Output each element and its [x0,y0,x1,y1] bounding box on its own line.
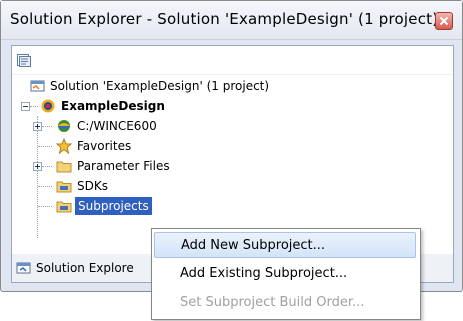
menu-item-label: Set Subproject Build Order... [180,295,365,310]
expand-toggle[interactable] [33,122,42,131]
expand-toggle[interactable] [33,162,42,171]
tree-connector [38,146,52,147]
toolbar [12,46,453,75]
close-button[interactable] [435,12,453,30]
tree-item-favorites[interactable]: Favorites [56,137,256,155]
context-menu: Add New Subproject... Add Existing Subpr… [151,228,421,320]
tree-item-solution[interactable]: Solution 'ExampleDesign' (1 project) [30,77,330,95]
menu-item-label: Add Existing Subproject... [180,266,348,281]
tree-item-wince[interactable]: C:/WINCE600 [56,117,256,135]
tree-connector [30,106,38,107]
tree-connector [42,166,52,167]
tree-item-sdks[interactable]: SDKs [56,177,256,195]
tree-item-project[interactable]: ExampleDesign [40,97,240,115]
folder-icon [56,181,72,193]
tree-connector [37,116,38,238]
tree-panel: Solution 'ExampleDesign' (1 project) Exa… [11,45,454,256]
solution-icon [30,80,45,92]
tab-label: Solution Explore [36,261,134,275]
tree-item-label: Solution 'ExampleDesign' (1 project) [50,79,270,93]
tree-item-subprojects[interactable]: Subprojects [56,197,256,215]
tree-item-label: SDKs [77,179,108,193]
properties-icon[interactable] [16,52,32,68]
tree-item-label: C:/WINCE600 [77,119,157,133]
collapse-toggle[interactable] [21,102,30,111]
menu-item-add-existing-subproject[interactable]: Add Existing Subproject... [154,261,416,287]
menu-item-label: Add New Subproject... [181,238,326,253]
tree-item-label: Parameter Files [77,159,170,173]
star-icon [56,138,72,154]
tree-item-parameter-files[interactable]: Parameter Files [56,157,256,175]
menu-item-set-build-order: Set Subproject Build Order... [154,290,416,316]
solution-explorer-icon [16,262,31,274]
wince-icon [58,120,70,132]
project-icon [41,99,55,113]
tree-connector [42,126,52,127]
tree-item-label: Favorites [77,139,132,153]
tab-solution-explorer[interactable]: Solution Explore [16,258,134,278]
title-bar[interactable]: Solution Explorer - Solution 'ExampleDes… [1,1,462,40]
folder-icon [56,161,72,173]
tree-item-label: Subprojects [75,197,152,215]
window-title: Solution Explorer - Solution 'ExampleDes… [10,10,439,28]
tree-item-label: ExampleDesign [61,99,165,113]
tree-connector [38,206,52,207]
menu-item-add-new-subproject[interactable]: Add New Subproject... [154,232,416,258]
folder-icon [56,201,72,213]
tree-connector [38,186,52,187]
